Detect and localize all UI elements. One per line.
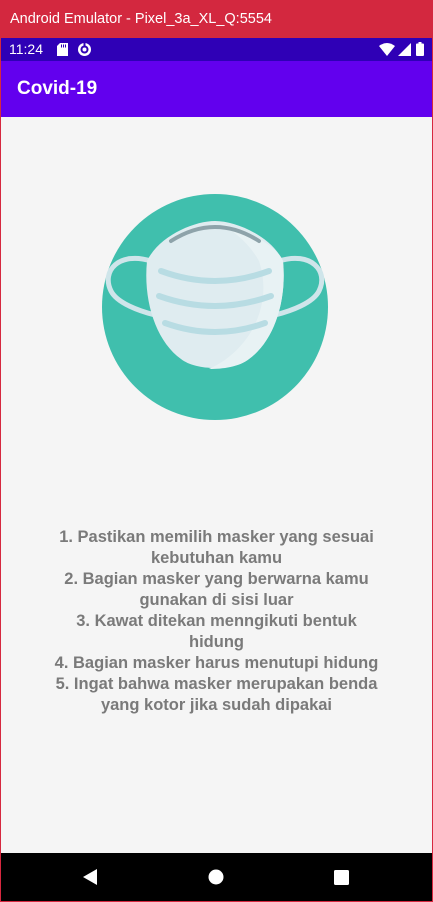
instruction-line: yang kotor jika sudah dipakai	[100, 696, 333, 714]
face-mask-icon	[102, 194, 328, 420]
navigation-bar	[1, 853, 432, 901]
sd-card-icon	[57, 43, 68, 56]
instruction-line: kebutuhan kamu	[150, 549, 283, 567]
app-bar: Covid-19	[1, 61, 432, 117]
back-icon[interactable]	[83, 869, 97, 885]
instruction-line: 5. Ingat bahwa masker merupakan benda	[55, 675, 378, 693]
wifi-icon	[379, 43, 395, 56]
instruction-line: 4. Bagian masker harus menutupi hidung	[54, 654, 379, 672]
recents-icon[interactable]	[334, 870, 349, 885]
instruction-line: 1. Pastikan memilih masker yang sesuai	[59, 528, 374, 546]
app-title: Covid-19	[17, 78, 98, 99]
instruction-line: gunakan di sisi luar	[139, 591, 294, 609]
device-screen: 11:24 Covid-19 1. Pastikan memilih maske…	[1, 38, 432, 901]
battery-icon	[416, 42, 424, 56]
instruction-line: 2. Bagian masker yang berwarna kamu	[64, 570, 369, 588]
instruction-line: hidung	[189, 633, 244, 651]
sync-icon	[78, 42, 91, 56]
emulator-window-title: Android Emulator - Pixel_3a_XL_Q:5554	[0, 0, 433, 38]
mask-instructions: 1. Pastikan memilih masker yang sesuai k…	[31, 527, 402, 716]
content-area: 1. Pastikan memilih masker yang sesuai k…	[1, 117, 432, 853]
signal-icon	[398, 43, 411, 56]
status-bar: 11:24	[1, 38, 432, 61]
home-icon[interactable]	[208, 869, 224, 885]
status-time: 11:24	[9, 41, 43, 57]
instruction-line: 3. Kawat ditekan menngikuti bentuk	[76, 612, 357, 630]
